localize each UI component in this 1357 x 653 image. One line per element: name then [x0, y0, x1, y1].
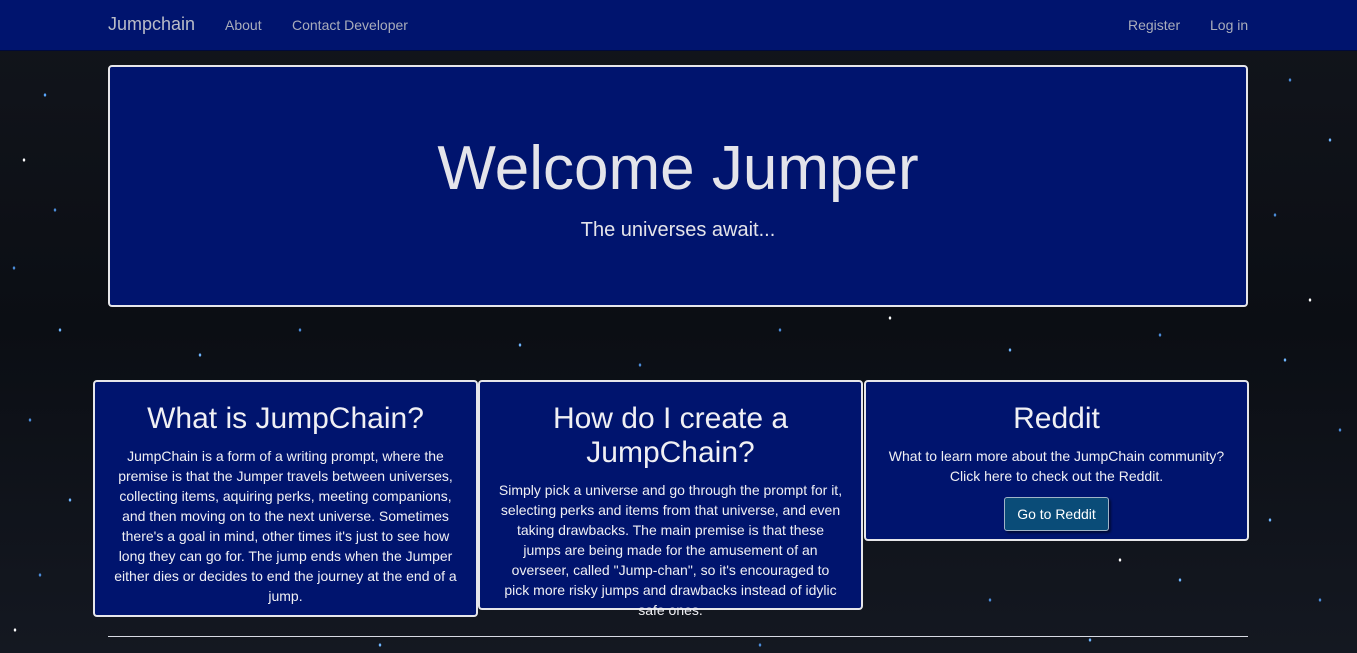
nav-link-login[interactable]: Log in [1210, 17, 1248, 33]
card-body: Simply pick a universe and go through th… [498, 482, 843, 618]
card-title: What is JumpChain? [147, 402, 424, 435]
divider [108, 636, 1248, 637]
navbar: Jumpchain About Contact Developer Regist… [0, 0, 1357, 51]
hero-subtitle: The universes await... [580, 219, 776, 241]
go-to-reddit-button[interactable]: Go to Reddit [1004, 497, 1109, 531]
card-what-is-jumpchain: What is JumpChain? JumpChain is a form o… [93, 380, 478, 617]
card-reddit: Reddit What to learn more about the Jump… [864, 380, 1249, 541]
brand-link[interactable]: Jumpchain [108, 14, 195, 35]
card-body: What to learn more about the JumpChain c… [888, 448, 1225, 484]
card-body: JumpChain is a form of a writing prompt,… [114, 448, 457, 604]
nav-link-register[interactable]: Register [1128, 17, 1180, 33]
nav-link-about[interactable]: About [225, 17, 262, 33]
card-title: How do I create a JumpChain? [552, 402, 789, 469]
nav-link-contact-developer[interactable]: Contact Developer [292, 17, 408, 33]
hero-title: Welcome Jumper [437, 134, 919, 203]
card-how-to-create: How do I create a JumpChain? Simply pick… [478, 380, 863, 618]
hero-jumbotron: Welcome Jumper The universes await... [108, 65, 1248, 307]
card-title: Reddit [1013, 402, 1100, 435]
